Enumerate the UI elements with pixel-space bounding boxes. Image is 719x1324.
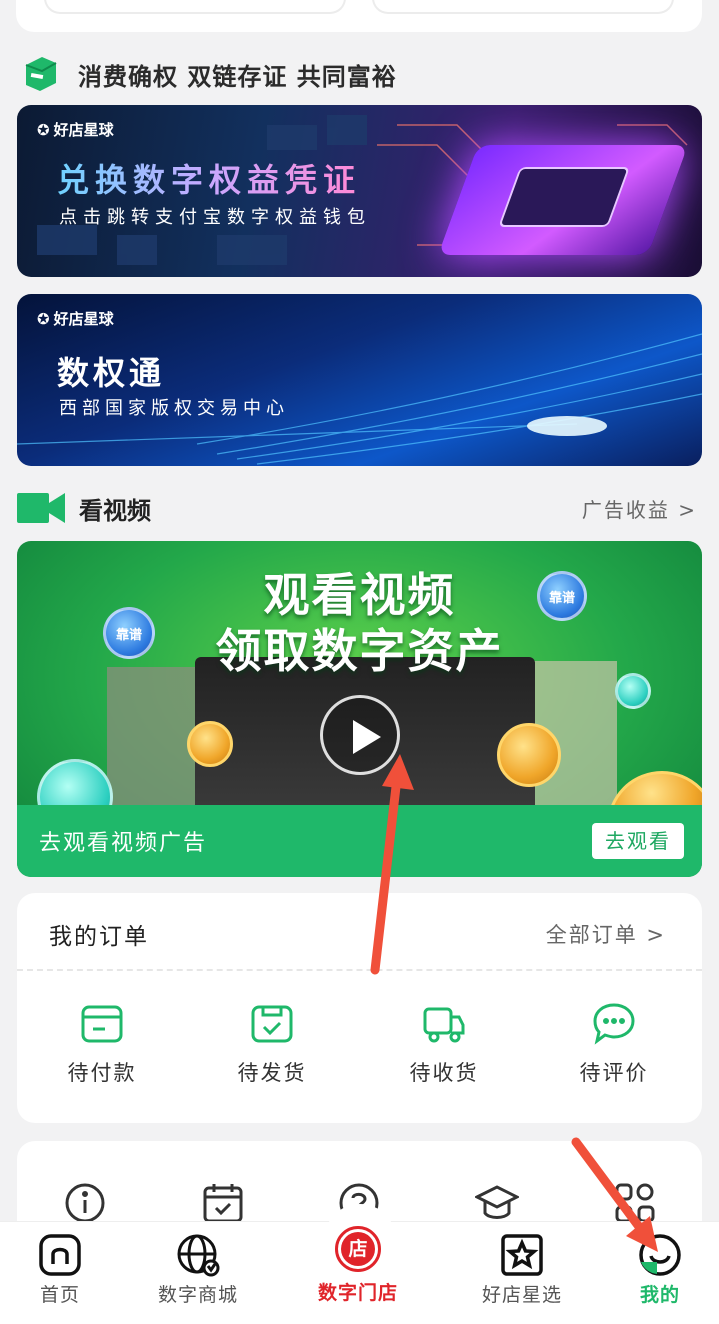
order-label: 待收货 xyxy=(409,1061,479,1085)
store-glyph: 店 xyxy=(341,1232,375,1266)
comment-icon xyxy=(591,1001,637,1047)
banner-copyright[interactable]: ✪ 好店星球 数权通 西部国家版权交易中心 xyxy=(17,294,702,466)
play-button[interactable] xyxy=(320,695,400,775)
wallet-icon xyxy=(79,1001,125,1047)
coin-icon xyxy=(497,723,561,787)
apps-icon[interactable] xyxy=(613,1181,657,1225)
store-icon: 店 xyxy=(335,1226,381,1272)
banner-title: 兑换数字权益凭证 xyxy=(57,155,361,201)
video-camera-icon xyxy=(17,493,65,523)
order-label: 待付款 xyxy=(67,1061,137,1085)
tab-label: 数字商城 xyxy=(157,1284,238,1306)
banner-brand-text: 好店星球 xyxy=(53,121,114,139)
my-orders-card: 我的订单 全部订单 > 待付款 待发货 待收货 待评价 xyxy=(17,893,702,1123)
tab-label: 数字门店 xyxy=(317,1282,398,1304)
box-check-icon xyxy=(249,1001,295,1047)
order-pending-payment[interactable]: 待付款 xyxy=(27,1001,177,1087)
slogan-text: 消费确权 双链存证 共同富裕 xyxy=(78,62,397,91)
banner-title: 数权通 xyxy=(57,354,166,392)
all-orders-link[interactable]: 全部订单 > xyxy=(546,919,666,949)
tab-good-store-picks[interactable]: 好店星选 xyxy=(462,1222,582,1322)
truck-icon xyxy=(421,1001,467,1047)
video-section-header: 看视频 广告收益 > xyxy=(17,488,703,528)
order-label: 待评价 xyxy=(579,1061,649,1085)
order-pending-receipt[interactable]: 待收货 xyxy=(369,1001,519,1087)
order-label: 待发货 xyxy=(237,1061,307,1085)
globe-icon xyxy=(175,1232,221,1278)
banner-brand: ✪ 好店星球 xyxy=(37,119,114,140)
top-card-row xyxy=(16,0,702,32)
video-ad-card[interactable]: 观看视频 领取数字资产 靠谱 靠谱 去观看视频广告 去观看 xyxy=(17,541,702,877)
profile-icon xyxy=(637,1232,683,1278)
chain-logo-icon xyxy=(22,55,60,93)
tab-profile[interactable]: 我的 xyxy=(600,1222,719,1322)
token-bubble xyxy=(615,673,651,709)
info-icon[interactable] xyxy=(63,1181,107,1225)
top-card-left[interactable] xyxy=(44,0,346,14)
top-card-right[interactable] xyxy=(372,0,674,14)
tab-label: 首页 xyxy=(39,1284,80,1306)
home-icon xyxy=(37,1232,83,1278)
video-ad-bar[interactable]: 去观看视频广告 去观看 xyxy=(17,805,702,877)
order-pending-review[interactable]: 待评价 xyxy=(539,1001,689,1087)
badge-bubble: 靠谱 xyxy=(103,607,155,659)
star-logo-icon: ✪ xyxy=(37,120,50,139)
chip-illustration xyxy=(437,145,689,255)
orders-title: 我的订单 xyxy=(49,924,149,950)
divider xyxy=(17,969,702,971)
coin-icon xyxy=(187,721,233,767)
order-pending-shipment[interactable]: 待发货 xyxy=(197,1001,347,1087)
star-logo-icon: ✪ xyxy=(37,309,50,328)
watch-button[interactable]: 去观看 xyxy=(592,823,684,859)
bottom-tab-bar: 首页 数字商城 店 数字门店 好店星选 我的 xyxy=(0,1204,719,1324)
banner-brand-text: 好店星球 xyxy=(53,310,114,328)
banner-digital-rights[interactable]: ✪ 好店星球 兑换数字权益凭证 点击跳转支付宝数字权益钱包 xyxy=(17,105,702,277)
tab-digital-store[interactable]: 店 数字门店 xyxy=(298,1222,418,1322)
graduation-cap-icon[interactable] xyxy=(473,1181,521,1225)
tab-label: 我的 xyxy=(639,1284,680,1306)
tab-digital-mall[interactable]: 数字商城 xyxy=(138,1222,258,1322)
calendar-icon[interactable] xyxy=(201,1181,245,1225)
ad-income-link[interactable]: 广告收益 > xyxy=(582,494,697,523)
video-section-title: 看视频 xyxy=(79,496,151,525)
banner-subtitle: 点击跳转支付宝数字权益钱包 xyxy=(59,207,371,228)
banner-subtitle: 西部国家版权交易中心 xyxy=(59,398,289,419)
badge-bubble: 靠谱 xyxy=(537,571,587,621)
tab-home[interactable]: 首页 xyxy=(0,1222,120,1322)
star-icon xyxy=(499,1232,545,1278)
banner-brand: ✪ 好店星球 xyxy=(37,308,114,329)
slogan-row: 消费确权 双链存证 共同富裕 xyxy=(22,52,397,96)
tab-label: 好店星选 xyxy=(481,1284,562,1306)
video-ad-text: 去观看视频广告 xyxy=(39,831,208,856)
